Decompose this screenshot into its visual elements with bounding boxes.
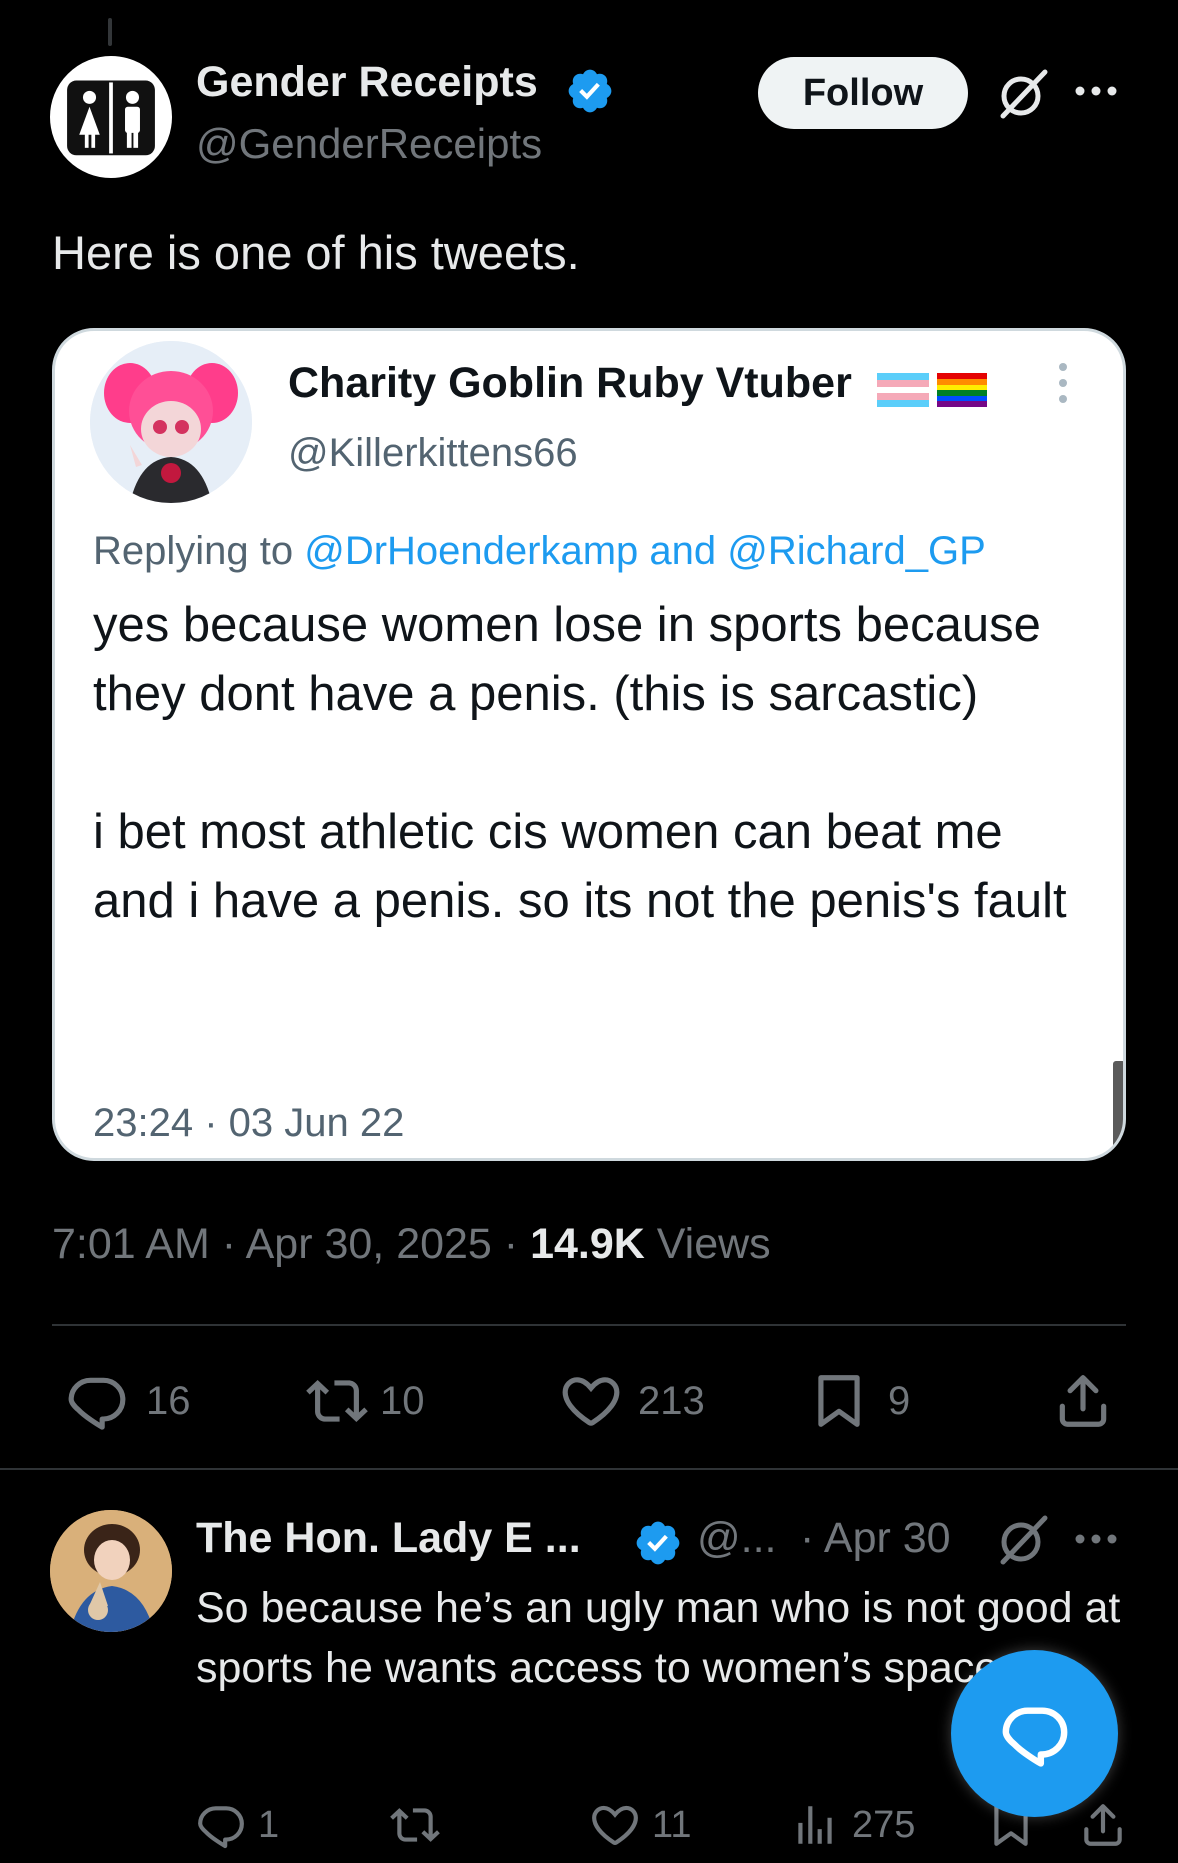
bookmark-icon: [818, 1375, 860, 1427]
thread-line: [108, 18, 112, 46]
share-icon: [1084, 1804, 1122, 1846]
reply-avatar[interactable]: [50, 1510, 172, 1632]
grok-icon[interactable]: [995, 66, 1051, 122]
follow-button[interactable]: Follow: [758, 57, 968, 129]
more-icon[interactable]: [1072, 1528, 1120, 1550]
embedded-scrollbar: [1113, 1061, 1123, 1156]
embedded-tweet-text: yes because women lose in sports because…: [93, 591, 1093, 936]
grok-icon[interactable]: [995, 1512, 1051, 1568]
tweet-meta: 7:01 AM · Apr 30, 2025 · 14.9K Views: [52, 1220, 771, 1269]
more-icon[interactable]: [1072, 80, 1120, 102]
embedded-display-name: Charity Goblin Ruby Vtuber: [288, 359, 852, 407]
views-label: Views: [644, 1220, 771, 1268]
reply-handle[interactable]: @...: [697, 1514, 777, 1563]
compose-message-button[interactable]: [951, 1650, 1118, 1817]
replying-to: Replying to @DrHoenderkamp and @Richard_…: [93, 529, 986, 574]
like-icon: [562, 1377, 620, 1426]
divider: [0, 1468, 1178, 1470]
embedded-avatar: [90, 341, 252, 503]
views-count: 14.9K: [530, 1220, 645, 1268]
share-button[interactable]: [1078, 1800, 1128, 1850]
handle[interactable]: @GenderReceipts: [196, 120, 542, 168]
embedded-paragraph: yes because women lose in sports because…: [93, 598, 1041, 721]
like-icon: [592, 1805, 638, 1846]
embedded-tweet-image[interactable]: Charity Goblin Ruby Vtuber @Killerkitten…: [52, 328, 1126, 1161]
reply-count: 1: [258, 1803, 280, 1846]
bookmark-button[interactable]: 9: [808, 1370, 910, 1432]
embedded-more-icon: [1056, 361, 1070, 405]
avatar[interactable]: [50, 56, 172, 178]
display-name[interactable]: Gender Receipts: [196, 58, 538, 107]
mention-link: @Richard_GP: [727, 529, 986, 573]
retweet-icon: [306, 1380, 368, 1422]
like-count: 213: [638, 1378, 705, 1423]
views-button[interactable]: 275: [790, 1800, 915, 1850]
like-button[interactable]: 11: [590, 1800, 691, 1850]
reply-date[interactable]: · Apr 30: [800, 1514, 951, 1563]
retweet-button[interactable]: 10: [306, 1370, 425, 1432]
embedded-paragraph: i bet most athletic cis women can beat m…: [93, 805, 1067, 928]
replying-prefix: Replying to: [93, 529, 305, 573]
tweet-timestamp[interactable]: 7:01 AM · Apr 30, 2025 ·: [52, 1220, 530, 1268]
verified-badge-icon: [565, 66, 615, 116]
trans-flag-icon: [877, 373, 929, 407]
divider: [52, 1324, 1126, 1326]
reply-icon: [68, 1377, 126, 1430]
retweet-icon: [390, 1808, 440, 1842]
retweet-button[interactable]: [390, 1800, 440, 1850]
bookmark-count: 9: [888, 1378, 911, 1423]
reply-button[interactable]: 16: [66, 1370, 191, 1432]
tweet-text: Here is one of his tweets.: [52, 226, 580, 279]
mention-link: @DrHoenderkamp: [304, 529, 639, 573]
like-button[interactable]: 213: [560, 1370, 705, 1432]
views-icon: [798, 1806, 832, 1844]
reply-count: 16: [146, 1378, 191, 1423]
rainbow-flag-icon: [937, 373, 987, 407]
embedded-handle: @Killerkittens66: [288, 431, 578, 475]
like-count: 11: [652, 1803, 692, 1846]
share-button[interactable]: [1052, 1370, 1114, 1432]
reply-button[interactable]: 1: [196, 1800, 279, 1850]
share-icon: [1059, 1375, 1107, 1427]
views-count: 275: [852, 1803, 916, 1846]
replying-and: and: [638, 529, 728, 573]
reply-icon: [198, 1806, 244, 1849]
verified-badge-icon: [633, 1518, 683, 1568]
reply-display-name[interactable]: The Hon. Lady E ...: [196, 1514, 581, 1563]
compose-message-icon: [1002, 1706, 1067, 1767]
retweet-count: 10: [380, 1378, 425, 1423]
embedded-timestamp: 23:24 · 03 Jun 22: [93, 1101, 405, 1145]
